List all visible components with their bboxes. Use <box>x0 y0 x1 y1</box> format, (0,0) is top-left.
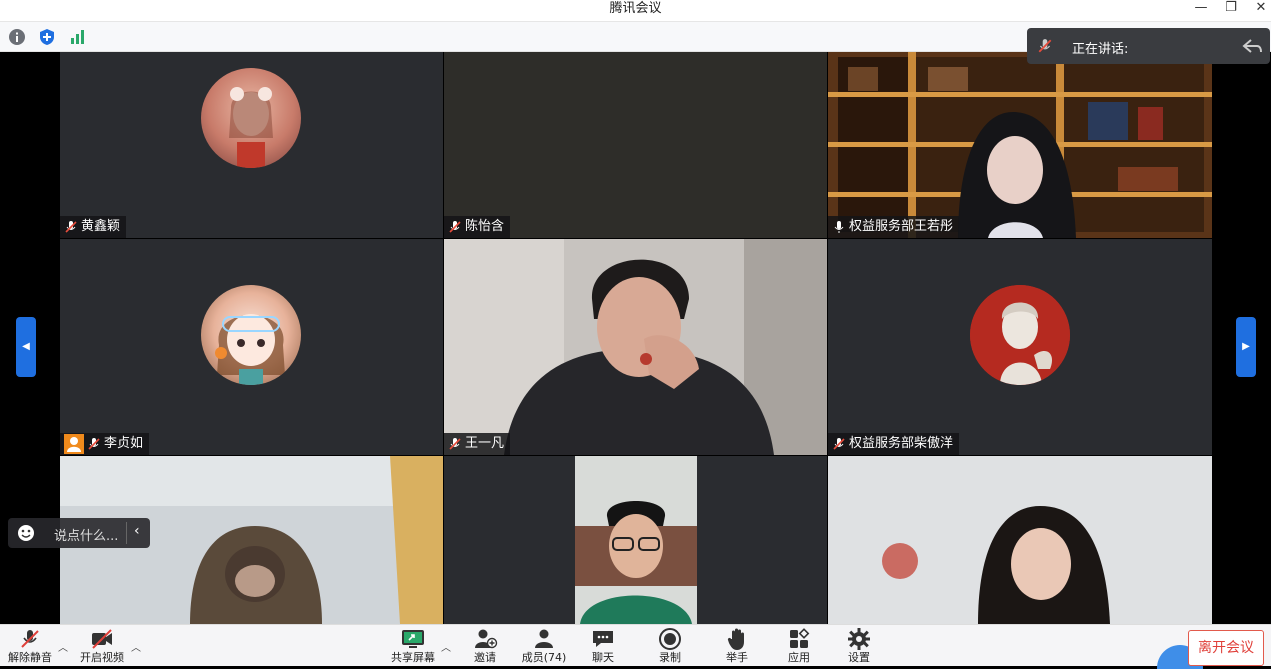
share-screen-button[interactable]: 共享屏幕 <box>383 627 443 667</box>
minimize-button[interactable]: — <box>1186 0 1216 18</box>
participant-avatar <box>201 285 301 385</box>
collapse-icon[interactable] <box>1241 37 1263 55</box>
settings-label: 设置 <box>848 651 870 664</box>
record-label: 录制 <box>659 651 681 664</box>
info-icon[interactable] <box>8 28 26 46</box>
participant-name-tag: 李贞如 <box>60 433 150 455</box>
speaking-indicator: 正在讲话: <box>1027 28 1270 64</box>
chat-label: 聊天 <box>592 651 614 664</box>
next-page-button[interactable]: ▶ <box>1236 317 1256 377</box>
participant-avatar <box>970 285 1070 385</box>
divider <box>126 522 127 544</box>
video-frame <box>444 239 827 455</box>
participant-name: 黄鑫颖 <box>81 219 121 234</box>
add-user-icon <box>475 629 498 649</box>
apps-grid-icon <box>790 628 810 648</box>
participant-name-tag: 陈怡含 <box>444 216 511 238</box>
share-screen-label: 共享屏幕 <box>391 651 435 664</box>
mic-muted-icon <box>65 221 77 233</box>
close-button[interactable]: ✕ <box>1246 0 1271 18</box>
participant-name: 权益服务部柴傲洋 <box>849 436 954 451</box>
participant-tile[interactable]: 李贞如 <box>60 239 443 455</box>
chevron-up-icon[interactable]: ︿ <box>58 639 68 654</box>
members-button[interactable]: 成员(74) <box>514 627 574 667</box>
raise-hand-button[interactable]: 举手 <box>707 627 767 667</box>
mic-muted-icon <box>1038 39 1052 53</box>
participant-name-tag: 权益服务部王若彤 <box>828 216 960 238</box>
video-grid: 黄鑫颖 陈怡含 权益服务部王若彤 李贞如 王一凡 权益服务部柴傲洋 <box>0 52 1271 624</box>
settings-button[interactable]: 设置 <box>829 627 889 667</box>
participant-name: 陈怡含 <box>465 219 505 234</box>
participant-name: 李贞如 <box>104 436 144 451</box>
apps-label: 应用 <box>788 651 810 664</box>
participant-video[interactable]: 王一凡 <box>444 239 827 455</box>
title-bar: 腾讯会议 — ❐ ✕ <box>0 0 1271 22</box>
participant-name-tag: 王一凡 <box>444 433 511 455</box>
mic-muted-icon <box>21 630 39 648</box>
record-button[interactable]: 录制 <box>640 627 700 667</box>
leave-meeting-button[interactable]: 离开会议 <box>1188 630 1264 666</box>
speaking-label: 正在讲话: <box>1072 42 1129 57</box>
mic-icon <box>834 221 844 233</box>
video-off-icon <box>92 629 112 649</box>
participant-name: 权益服务部王若彤 <box>849 219 954 234</box>
invite-label: 邀请 <box>474 651 496 664</box>
members-label: 成员(74) <box>521 651 567 664</box>
restore-button[interactable]: ❐ <box>1216 0 1246 18</box>
mic-muted-icon <box>449 438 461 450</box>
chevron-up-icon[interactable]: ︿ <box>441 639 451 654</box>
apps-button[interactable]: 应用 <box>769 627 829 667</box>
participant-name: 王一凡 <box>465 436 505 451</box>
participant-tile[interactable]: 黄鑫颖 <box>60 52 443 238</box>
video-frame <box>575 456 697 624</box>
share-screen-icon <box>402 630 424 648</box>
chat-placeholder: 说点什么... <box>54 529 119 544</box>
members-icon <box>535 629 553 648</box>
meeting-toolbar: 解除静音 ︿ 开启视频 ︿ 共享屏幕 ︿ 邀请 成员(74) 聊天 录制 举手 … <box>0 624 1271 669</box>
signal-strength-icon[interactable] <box>69 28 87 46</box>
chat-button[interactable]: 聊天 <box>573 627 633 667</box>
mic-muted-icon <box>449 221 461 233</box>
video-frame <box>828 52 1212 238</box>
participant-name-tag: 权益服务部柴傲洋 <box>828 433 960 455</box>
hand-icon <box>727 628 744 650</box>
video-frame <box>828 456 1212 624</box>
participant-name-tag: 黄鑫颖 <box>60 216 127 238</box>
mic-muted-icon <box>88 438 100 450</box>
gear-icon <box>848 628 870 650</box>
participant-video[interactable] <box>828 456 1212 624</box>
unmute-button[interactable]: 解除静音 <box>0 627 60 667</box>
participant-video[interactable]: 权益服务部王若彤 <box>828 52 1212 238</box>
participant-avatar <box>201 68 301 168</box>
host-badge-icon <box>64 434 84 454</box>
raise-hand-label: 举手 <box>726 651 748 664</box>
chat-bubble-icon <box>593 631 613 647</box>
participant-tile[interactable] <box>444 456 827 624</box>
chat-quick-input[interactable]: 说点什么... ‹ <box>8 518 150 548</box>
unmute-label: 解除静音 <box>8 651 52 664</box>
invite-button[interactable]: 邀请 <box>455 627 515 667</box>
chevron-left-icon[interactable]: ‹ <box>134 523 140 539</box>
participant-tile[interactable]: 陈怡含 <box>444 52 827 238</box>
window-title: 腾讯会议 <box>609 1 662 16</box>
emoji-icon[interactable] <box>17 524 35 542</box>
start-video-button[interactable]: 开启视频 <box>72 627 132 667</box>
prev-page-button[interactable]: ◀ <box>16 317 36 377</box>
security-shield-icon[interactable] <box>38 28 56 46</box>
record-icon <box>659 628 681 650</box>
chevron-up-icon[interactable]: ︿ <box>131 639 141 654</box>
participant-tile[interactable]: 权益服务部柴傲洋 <box>828 239 1212 455</box>
start-video-label: 开启视频 <box>80 651 124 664</box>
mic-muted-icon <box>833 438 845 450</box>
